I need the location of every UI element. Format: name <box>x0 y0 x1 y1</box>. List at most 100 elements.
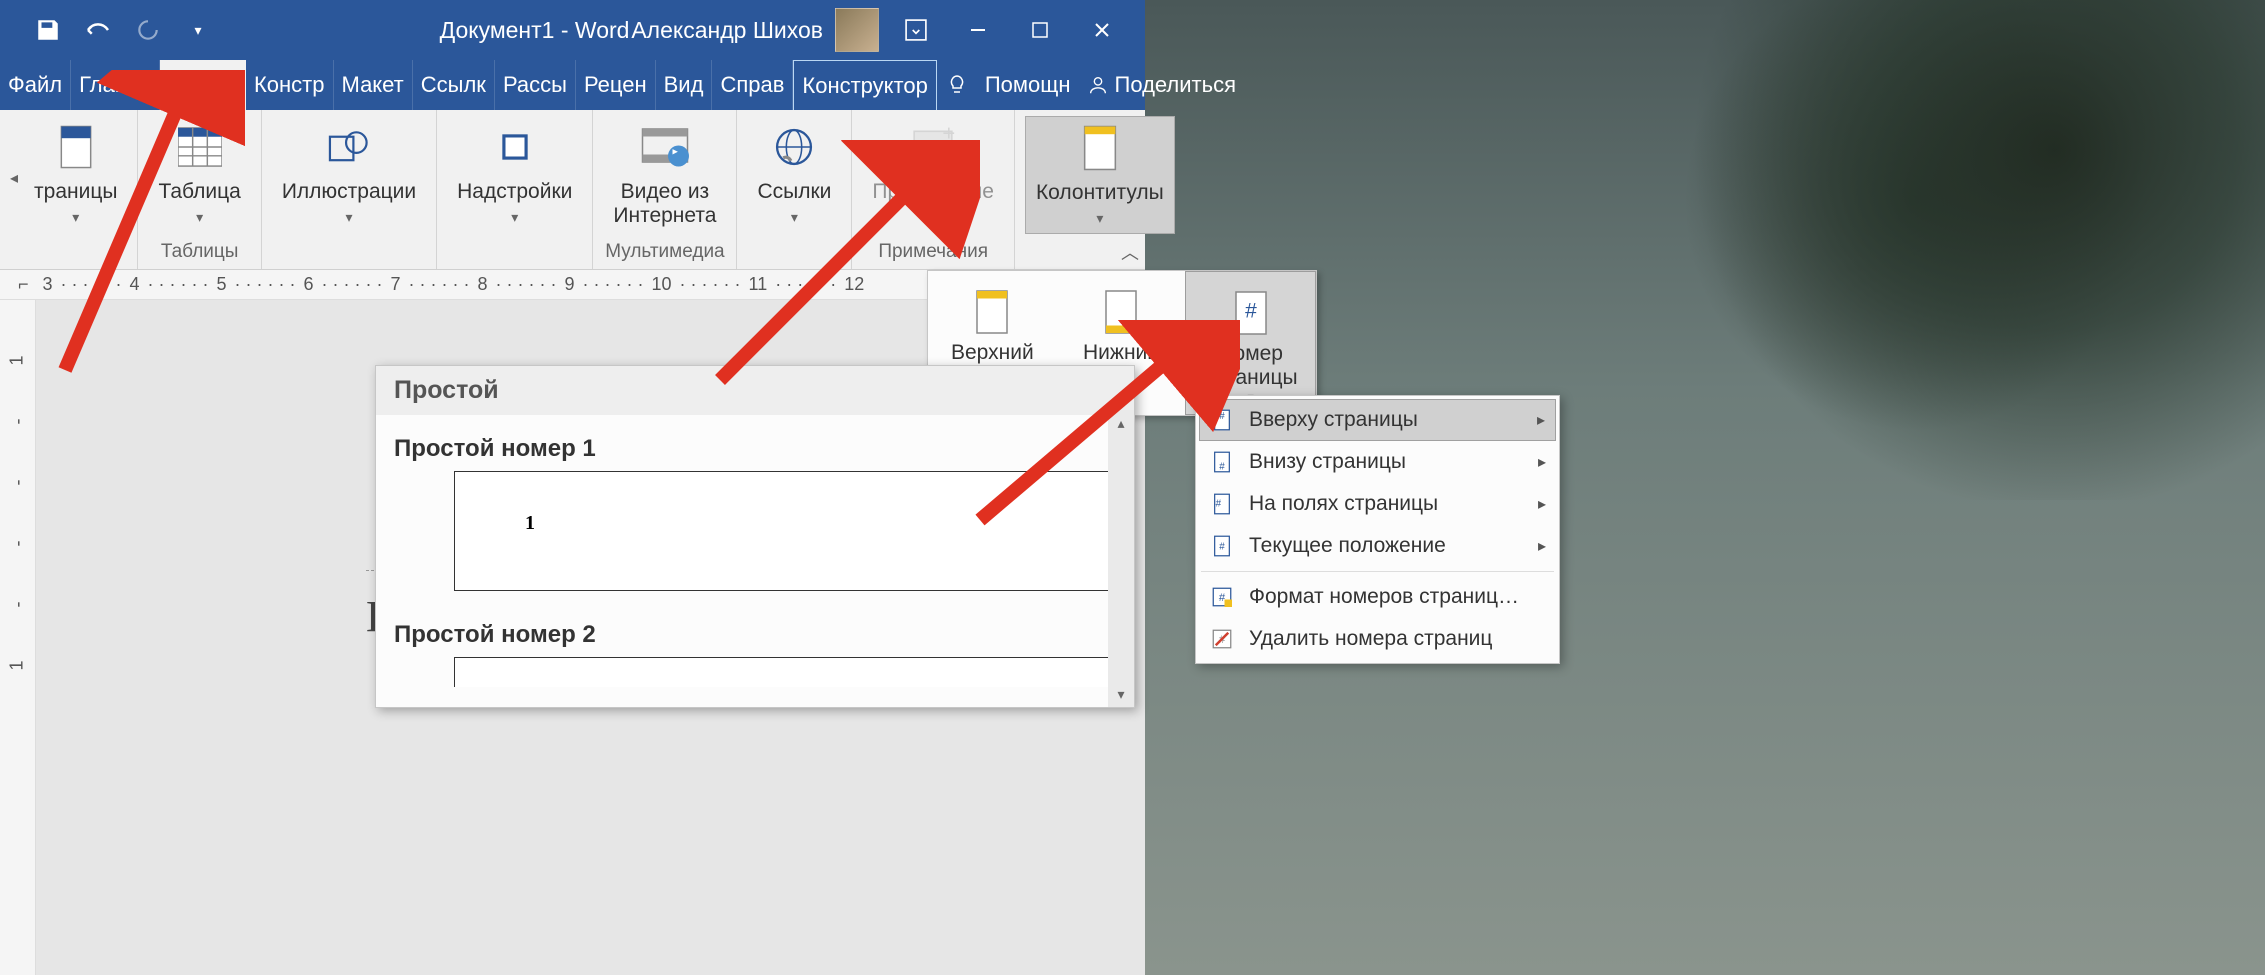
format-icon: # <box>1209 584 1235 610</box>
tab-design-tools[interactable]: Конструктор <box>793 60 936 110</box>
group-comments-label: Примечания <box>852 239 1014 269</box>
footer-label: Нижний <box>1083 341 1159 365</box>
ruler-tick: 10 <box>652 274 672 295</box>
pagenumber-menu: # Вверху страницы ▸ # Внизу страницы ▸ #… <box>1195 395 1560 664</box>
menu-top-of-page[interactable]: # Вверху страницы ▸ <box>1199 399 1556 441</box>
submenu-arrow-icon: ▸ <box>1538 536 1546 556</box>
minimize-icon[interactable] <box>953 10 1003 50</box>
save-icon[interactable] <box>32 14 64 46</box>
gallery-item-preview-1[interactable]: 1 <box>454 471 1114 591</box>
tab-review[interactable]: Рецен <box>576 60 656 110</box>
maximize-icon[interactable] <box>1015 10 1065 50</box>
menu-item-label: Удалить номера страниц <box>1249 627 1492 651</box>
tab-file[interactable]: Файл <box>0 60 71 110</box>
gallery-scrollbar[interactable]: ▴ ▾ <box>1108 410 1134 707</box>
tab-view[interactable]: Вид <box>656 60 713 110</box>
pagenumber-button[interactable]: # Номер страницы ▾ <box>1185 271 1316 415</box>
bottom-page-icon: # <box>1209 449 1235 475</box>
video-label: Видео из Интернета <box>613 180 716 228</box>
scroll-down-icon[interactable]: ▾ <box>1108 681 1134 707</box>
redo-icon[interactable] <box>132 14 164 46</box>
video-button[interactable]: Видео из Интернета <box>603 116 726 232</box>
help-label[interactable]: Помощн <box>977 60 1079 110</box>
table-icon <box>173 120 227 174</box>
menu-remove-numbers[interactable]: # Удалить номера страниц <box>1199 618 1556 660</box>
ribbon-display-icon[interactable] <box>891 10 941 50</box>
group-tables: Таблица Таблицы <box>138 110 261 269</box>
group-headerfooter-label <box>1015 239 1185 269</box>
menu-item-label: Внизу страницы <box>1249 450 1406 474</box>
submenu-arrow-icon: ▸ <box>1537 410 1545 430</box>
gallery-header: Простой <box>376 366 1134 415</box>
pages-button[interactable]: траницы <box>24 116 127 232</box>
group-links-label <box>737 239 851 269</box>
gallery-item-title: Простой номер 2 <box>394 621 1116 649</box>
tab-home[interactable]: Главна <box>71 60 160 110</box>
addins-button[interactable]: Надстройки <box>447 116 582 232</box>
page-icon <box>49 120 103 174</box>
ruler-tick: 6 <box>304 274 314 295</box>
ruler-tick: 9 <box>565 274 575 295</box>
share-button[interactable]: Поделиться <box>1079 60 1244 110</box>
illustrations-button[interactable]: Иллюстрации <box>272 116 426 232</box>
table-button[interactable]: Таблица <box>148 116 250 232</box>
menu-bottom-of-page[interactable]: # Внизу страницы ▸ <box>1199 441 1556 483</box>
group-media-label: Мультимедиа <box>593 239 736 269</box>
video-icon <box>638 120 692 174</box>
svg-text:#: # <box>1219 411 1225 422</box>
gallery-item-preview-2[interactable] <box>454 657 1114 687</box>
menu-item-label: Текущее положение <box>1249 534 1446 558</box>
close-icon[interactable] <box>1077 10 1127 50</box>
tab-mailings[interactable]: Рассы <box>495 60 576 110</box>
addins-label: Надстройки <box>457 180 572 203</box>
tab-design[interactable]: Констр <box>246 60 334 110</box>
footer-icon <box>1099 279 1143 335</box>
headerfooter-button[interactable]: Колонтитулы <box>1025 116 1175 234</box>
illustrations-label: Иллюстрации <box>282 180 416 203</box>
svg-text:#: # <box>1219 542 1225 553</box>
menu-page-margins[interactable]: # На полях страницы ▸ <box>1199 483 1556 525</box>
header-label: Верхний <box>951 341 1034 365</box>
group-illustrations-label <box>262 239 436 269</box>
undo-icon[interactable] <box>82 14 114 46</box>
current-pos-icon: # <box>1209 533 1235 559</box>
pagenumber-gallery: Простой Простой номер 1 1 Простой номер … <box>375 365 1135 708</box>
group-comments: + Примечание Примечания <box>852 110 1015 269</box>
group-addins: Надстройки <box>437 110 593 269</box>
customize-qat-icon[interactable]: ▾ <box>182 14 214 46</box>
menu-format-numbers[interactable]: # Формат номеров страниц… <box>1199 576 1556 618</box>
tell-me-icon[interactable] <box>937 60 977 110</box>
tab-help[interactable]: Справ <box>712 60 793 110</box>
ruler-tick: 12 <box>844 274 864 295</box>
scroll-left-icon[interactable]: ◂ <box>10 168 18 188</box>
tab-references[interactable]: Ссылк <box>413 60 495 110</box>
pagenumber-icon: # <box>1229 280 1273 336</box>
remove-icon: # <box>1209 626 1235 652</box>
margins-icon: # <box>1209 491 1235 517</box>
user-avatar[interactable] <box>835 8 879 52</box>
submenu-arrow-icon: ▸ <box>1538 452 1546 472</box>
svg-text:+: + <box>943 127 956 146</box>
comment-icon: + <box>906 120 960 174</box>
menu-item-label: Формат номеров страниц… <box>1249 585 1519 609</box>
header-icon <box>970 279 1014 335</box>
group-media: Видео из Интернета Мультимедиа <box>593 110 737 269</box>
group-tables-label: Таблицы <box>138 239 260 269</box>
preview-number: 1 <box>525 512 535 535</box>
tab-insert[interactable]: Вставк <box>160 60 246 110</box>
ruler-tick: 4 <box>130 274 140 295</box>
vertical-ruler[interactable]: 1 -- -- 1 <box>0 300 36 975</box>
tab-layout[interactable]: Макет <box>334 60 413 110</box>
menu-item-label: Вверху страницы <box>1249 408 1418 432</box>
menu-separator <box>1201 571 1554 572</box>
titlebar-right: Александр Шихов <box>631 8 1145 52</box>
window-title: Документ1 - Word <box>440 17 630 44</box>
scroll-up-icon[interactable]: ▴ <box>1108 410 1134 436</box>
menu-current-position[interactable]: # Текущее положение ▸ <box>1199 525 1556 567</box>
table-label: Таблица <box>158 180 240 203</box>
collapse-ribbon-icon[interactable]: ︿ <box>1121 239 1139 265</box>
ruler-tick: 7 <box>391 274 401 295</box>
ribbon-tabs: Файл Главна Вставк Констр Макет Ссылк Ра… <box>0 60 1145 110</box>
links-button[interactable]: Ссылки <box>747 116 841 232</box>
group-links: Ссылки <box>737 110 852 269</box>
